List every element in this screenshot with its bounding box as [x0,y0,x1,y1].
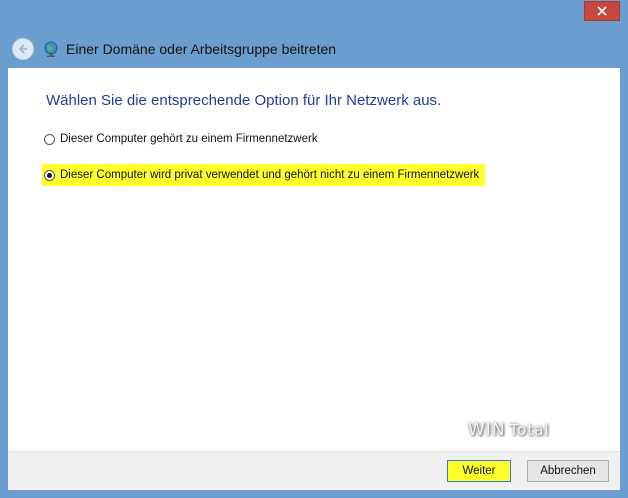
back-arrow-icon [18,44,27,54]
next-button[interactable]: Weiter [447,460,511,482]
network-globe-icon [44,41,58,57]
option-label: Dieser Computer wird privat verwendet un… [60,169,480,181]
watermark-text: WIN Total [468,420,550,440]
option-label: Dieser Computer gehört zu einem Firmenne… [60,133,318,145]
cancel-button[interactable]: Abbrechen [527,460,609,482]
page-heading: Wählen Sie die entsprechende Option für … [46,92,442,109]
close-button[interactable] [584,1,620,21]
watermark-logo: WIN Total [468,411,572,449]
close-icon [597,6,607,16]
option-private-use[interactable]: Dieser Computer wird privat verwendet un… [42,164,486,186]
window-title: Einer Domäne oder Arbeitsgruppe beitrete… [66,41,337,57]
wizard-content: Wählen Sie die entsprechende Option für … [8,68,620,451]
option-company-network[interactable]: Dieser Computer gehört zu einem Firmenne… [44,128,318,150]
back-button[interactable] [12,38,34,60]
wizard-window: Einer Domäne oder Arbeitsgruppe beitrete… [0,0,628,498]
title-bar [0,0,628,30]
radio-company-network[interactable] [44,133,55,145]
button-bar: Weiter Abbrechen [8,451,620,490]
wizard-header: Einer Domäne oder Arbeitsgruppe beitrete… [8,30,620,68]
radio-private-use[interactable] [44,169,55,181]
